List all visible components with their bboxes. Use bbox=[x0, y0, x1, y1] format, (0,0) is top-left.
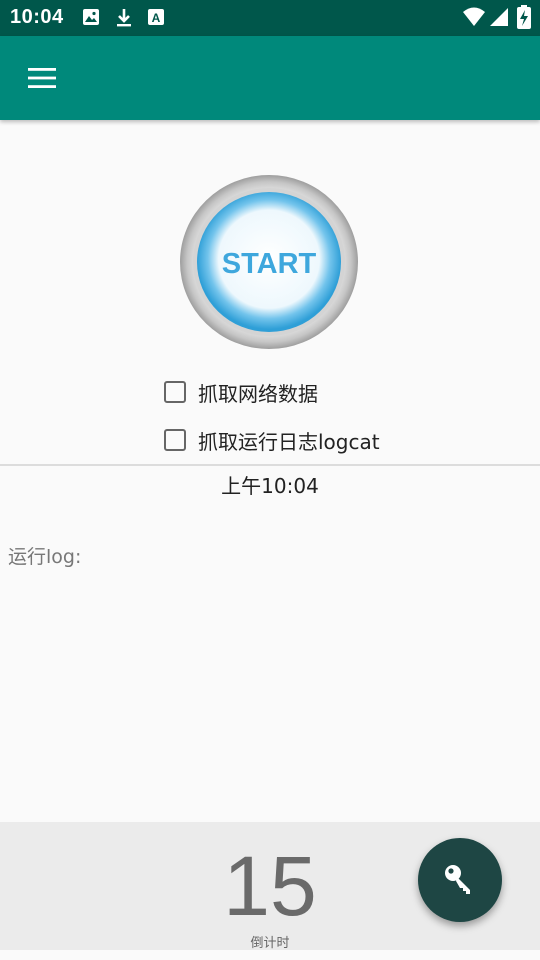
checkbox-label: 抓取运行日志logcat bbox=[198, 429, 380, 454]
start-button[interactable]: START bbox=[180, 175, 358, 349]
status-bar: 10:04 A bbox=[0, 0, 540, 36]
image-icon bbox=[82, 8, 100, 30]
countdown-label: 倒计时 bbox=[250, 936, 290, 951]
log-label: 运行log: bbox=[8, 546, 82, 568]
capture-logcat-checkbox[interactable]: 抓取运行日志logcat bbox=[164, 426, 380, 454]
checkbox-label: 抓取网络数据 bbox=[198, 381, 318, 406]
status-time: 10:04 bbox=[10, 6, 64, 28]
key-fab-button[interactable] bbox=[418, 838, 502, 922]
signal-icon bbox=[488, 6, 510, 32]
capture-network-checkbox[interactable]: 抓取网络数据 bbox=[164, 378, 318, 406]
checkbox-box[interactable] bbox=[164, 381, 186, 403]
app-toolbar bbox=[0, 36, 540, 120]
divider bbox=[0, 464, 540, 466]
battery-charging-icon bbox=[517, 5, 531, 33]
current-time: 上午10:04 bbox=[221, 474, 319, 498]
svg-text:A: A bbox=[152, 11, 161, 25]
menu-button[interactable] bbox=[18, 56, 66, 100]
font-icon: A bbox=[147, 8, 165, 30]
checkbox-box[interactable] bbox=[164, 429, 186, 451]
start-button-label: START bbox=[222, 248, 317, 280]
download-icon bbox=[115, 8, 133, 32]
wifi-icon bbox=[462, 6, 486, 32]
hamburger-menu-icon bbox=[28, 68, 56, 88]
key-icon bbox=[445, 865, 470, 894]
